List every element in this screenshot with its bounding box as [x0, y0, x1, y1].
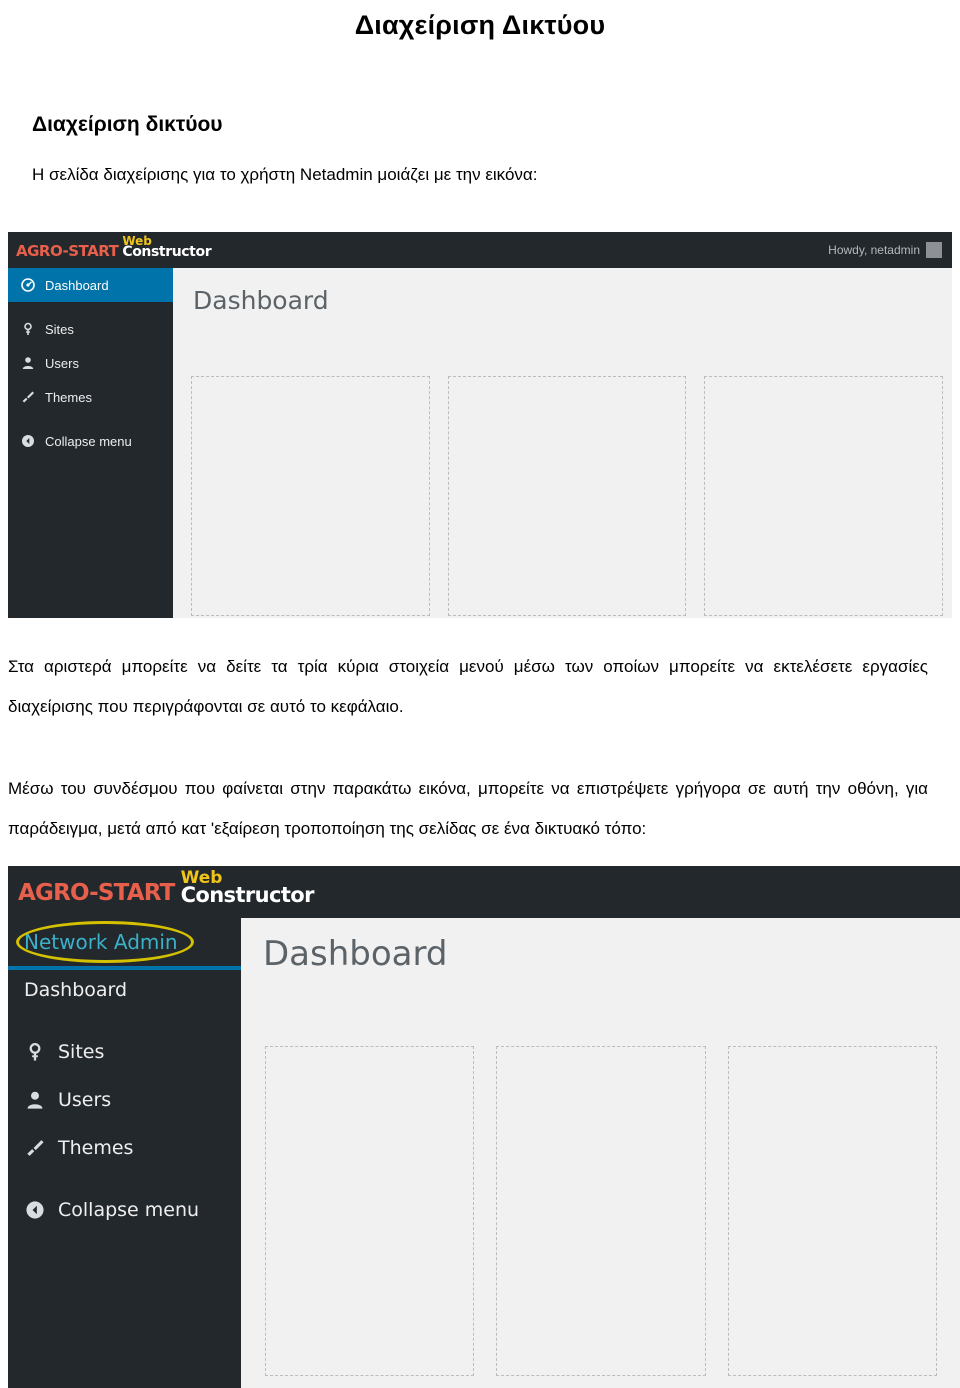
brush-icon: [20, 389, 36, 405]
sidebar-item-themes[interactable]: Themes: [8, 1124, 241, 1172]
content-heading: Dashboard: [193, 286, 329, 315]
users-icon: [24, 1089, 46, 1111]
collapse-left-icon: [20, 433, 36, 449]
dashboard-panel-placeholder: [447, 376, 687, 616]
dashboard-panel-placeholder: [496, 1046, 706, 1376]
dashboard-panel-placeholder: [265, 1046, 475, 1376]
sidebar-item-label: Collapse menu: [45, 433, 132, 449]
admin-sidebar: Dashboard Sites Users Themes Collapse me…: [8, 918, 241, 1388]
user-avatar-icon: [926, 242, 942, 258]
sidebar-item-collapse-menu[interactable]: Collapse menu: [8, 1186, 241, 1234]
sidebar-item-dashboard[interactable]: Dashboard: [8, 268, 173, 302]
sidebar-item-collapse-menu[interactable]: Collapse menu: [8, 424, 173, 458]
dashboard-panel-placeholder: [191, 376, 430, 616]
logo-constructor-text: Constructor: [122, 244, 212, 260]
dashboard-panel-placeholder: [704, 376, 944, 616]
sidebar-item-sites[interactable]: Sites: [8, 312, 173, 346]
sidebar-item-label: Sites: [58, 1041, 105, 1063]
body-paragraph-1: Στα αριστερά μπορείτε να δείτε τα τρία κ…: [8, 657, 928, 716]
active-section-underline: [8, 966, 241, 970]
account-greeting-label: Howdy, netadmin: [828, 243, 920, 257]
sidebar-item-label: Sites: [45, 321, 74, 337]
sidebar-item-label: Dashboard: [24, 979, 128, 1001]
sidebar-item-label: Users: [45, 355, 79, 371]
sidebar-item-dashboard[interactable]: Dashboard: [8, 966, 241, 1014]
highlight-annotation-oval: [16, 921, 194, 963]
sidebar-item-label: Themes: [58, 1137, 134, 1159]
users-icon: [20, 355, 36, 371]
document-page: Διαχείριση Δικτύου Διαχείριση δικτύου Η …: [0, 0, 960, 1388]
sidebar-item-label: Themes: [45, 389, 92, 405]
logo-constructor-text: Constructor: [180, 883, 315, 907]
admin-sidebar: Dashboard Sites Users Themes Collapse me…: [8, 268, 173, 618]
brush-icon: [24, 1137, 46, 1159]
admin-bar: AGRO-START Web Constructor: [8, 866, 960, 918]
sidebar-item-users[interactable]: Users: [8, 346, 173, 380]
admin-content-area: Dashboard: [173, 268, 952, 618]
page-title: Διαχείριση Δικτύου: [354, 10, 606, 40]
account-greeting[interactable]: Howdy, netadmin: [828, 242, 942, 258]
screenshot-network-admin-link: AGRO-START Web Constructor Dashboard Sit…: [8, 866, 960, 1388]
sidebar-item-sites[interactable]: Sites: [8, 1028, 241, 1076]
dashboard-icon: [20, 277, 36, 293]
pin-icon: [24, 1041, 46, 1063]
dashboard-panel-grid: [265, 1046, 937, 1376]
pin-icon: [20, 321, 36, 337]
brand-logo: AGRO-START Web Constructor: [16, 235, 212, 260]
body-paragraph-2: Μέσω του συνδέσμου που φαίνεται στην παρ…: [8, 779, 928, 838]
sidebar-item-users[interactable]: Users: [8, 1076, 241, 1124]
logo-agro-start-text: AGRO-START: [18, 880, 175, 906]
admin-bar: AGRO-START Web Constructor Howdy, netadm…: [8, 232, 952, 268]
sidebar-item-label: Users: [58, 1089, 112, 1111]
section-heading: Διαχείριση δικτύου: [32, 113, 223, 136]
dashboard-panel-grid: [191, 376, 944, 616]
content-heading: Dashboard: [263, 934, 448, 974]
admin-content-area: Dashboard: [241, 918, 960, 1388]
sidebar-item-label: Dashboard: [45, 277, 109, 293]
sidebar-item-themes[interactable]: Themes: [8, 380, 173, 414]
intro-paragraph: Η σελίδα διαχείρισης για το χρήστη Netad…: [32, 165, 538, 184]
screenshot-dashboard-netadmin: AGRO-START Web Constructor Howdy, netadm…: [8, 232, 952, 618]
brand-logo: AGRO-START Web Constructor: [18, 870, 315, 907]
dashboard-panel-placeholder: [727, 1046, 937, 1376]
collapse-left-icon: [24, 1199, 46, 1221]
sidebar-item-label: Collapse menu: [58, 1199, 200, 1221]
logo-agro-start-text: AGRO-START: [16, 242, 119, 260]
